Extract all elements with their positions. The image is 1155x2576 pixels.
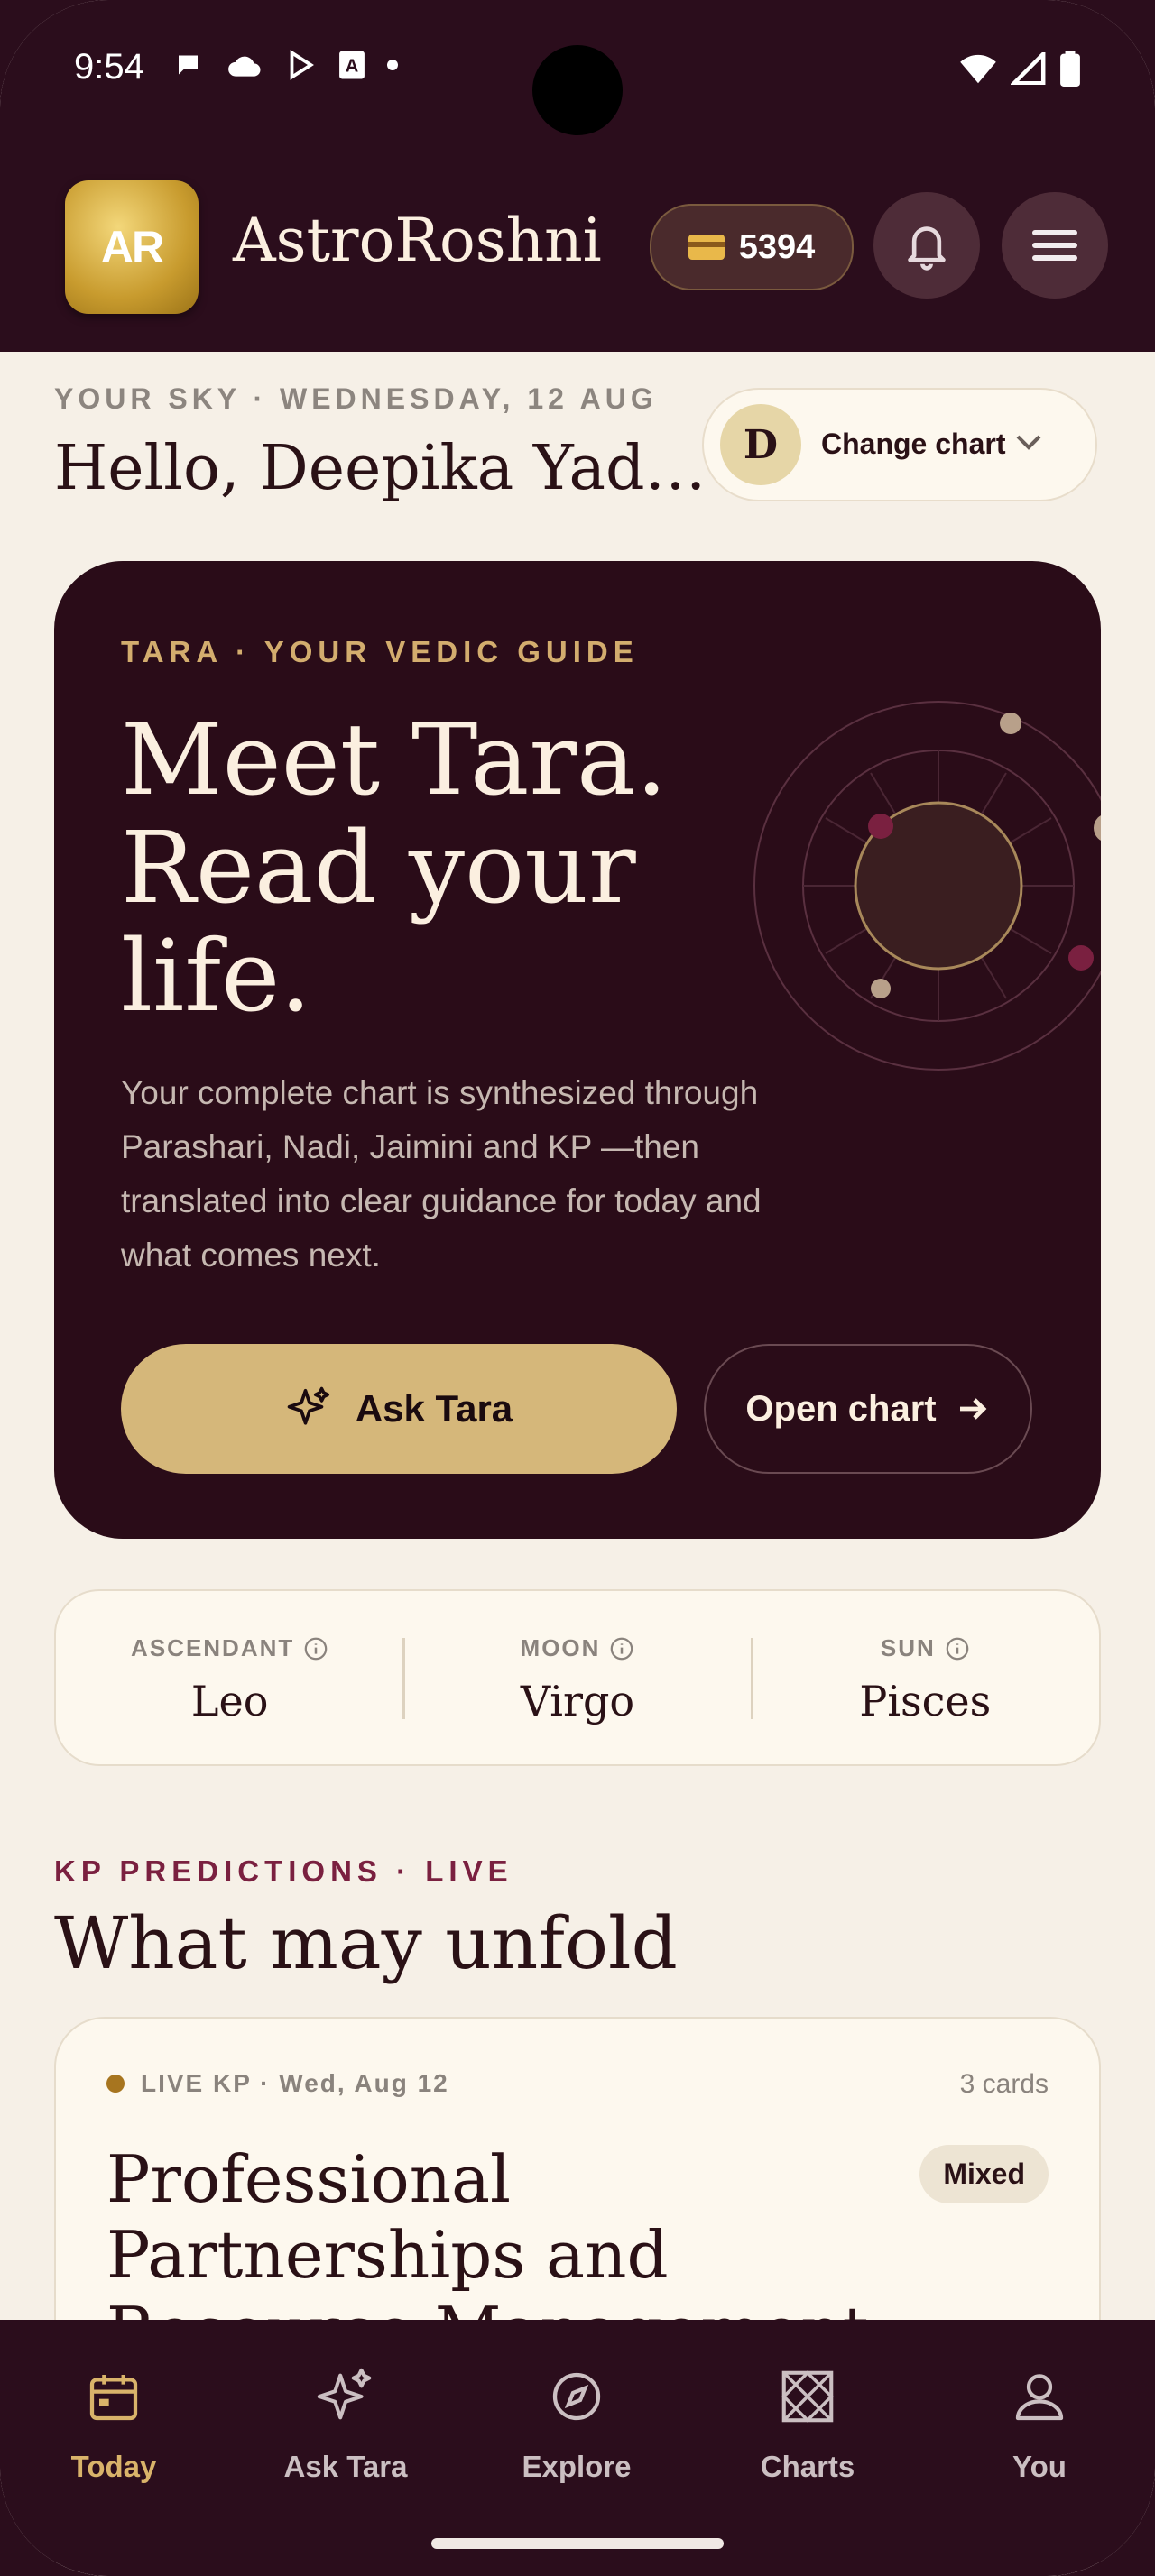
hero-title-line: Read your (121, 810, 636, 925)
svg-text:A: A (346, 57, 359, 77)
change-chart-button[interactable]: D Change chart (702, 388, 1097, 501)
bottom-nav: Today Ask Tara Explore Charts You (0, 2320, 1155, 2576)
sun-value: Pisces (859, 1677, 992, 1725)
big-three-signs: ASCENDANT Leo MOON Virgo SUN Pisces (54, 1589, 1101, 1766)
nav-you[interactable]: You (949, 2356, 1130, 2484)
live-dot-icon (106, 2075, 125, 2093)
wifi-icon (960, 54, 996, 84)
info-icon[interactable] (303, 1636, 328, 1661)
greeting-title: Hello, Deepika Yad… (54, 433, 707, 504)
avatar: D (720, 404, 801, 485)
moon-value: Virgo (520, 1677, 635, 1725)
ascendant-sign[interactable]: ASCENDANT Leo (56, 1591, 403, 1764)
sign-label: ASCENDANT (56, 1634, 403, 1662)
notifications-button[interactable] (873, 192, 980, 299)
arrow-right-icon (959, 1398, 986, 1420)
moon-sign[interactable]: MOON Virgo (403, 1591, 751, 1764)
sign-label: MOON (403, 1634, 751, 1662)
ask-tara-label: Ask Tara (355, 1387, 513, 1430)
nav-label: You (1012, 2450, 1067, 2483)
bell-icon (908, 226, 946, 271)
nav-label: Explore (522, 2450, 632, 2483)
hero-title-line: life. (121, 918, 312, 1034)
predictions-kicker: KP PREDICTIONS · LIVE (54, 1854, 513, 1888)
nav-explore[interactable]: Explore (486, 2356, 667, 2484)
signal-icon (1011, 52, 1046, 85)
notification-icons: A (173, 49, 399, 81)
status-time: 9:54 (74, 47, 144, 87)
sun-label: SUN (880, 1634, 936, 1661)
camera-cutout (532, 45, 623, 135)
predictions-heading: What may unfold (54, 1901, 678, 1985)
cloud-icon (228, 56, 261, 77)
chevron-down-icon (1016, 435, 1041, 450)
nav-label: Ask Tara (283, 2450, 408, 2483)
system-icons (958, 51, 1081, 87)
ascendant-value: Leo (190, 1677, 269, 1725)
play-store-icon (290, 50, 314, 80)
ask-tara-button[interactable]: Ask Tara (121, 1344, 677, 1474)
sun-sign[interactable]: SUN Pisces (752, 1591, 1099, 1764)
person-icon (1015, 2374, 1064, 2421)
change-chart-label: Change chart (821, 428, 1006, 460)
nav-today[interactable]: Today (23, 2356, 204, 2484)
open-chart-label: Open chart (745, 1388, 937, 1429)
status-badge: Mixed (919, 2145, 1049, 2203)
sign-label: SUN (752, 1634, 1099, 1662)
hero-description: Your complete chart is synthesized throu… (121, 1074, 762, 1274)
chart-grid-icon (781, 2370, 834, 2423)
info-icon[interactable] (945, 1636, 970, 1661)
nav-charts[interactable]: Charts (717, 2356, 898, 2484)
dot-icon (387, 60, 398, 70)
date-line: YOUR SKY · WEDNESDAY, 12 AUG (54, 382, 658, 415)
compass-icon (552, 2372, 601, 2421)
sparkles-icon (287, 1386, 329, 1425)
menu-button[interactable] (1002, 192, 1108, 299)
hero-title-line: Meet Tara. (121, 702, 668, 817)
home-indicator[interactable] (431, 2538, 724, 2549)
card-count: 3 cards (959, 2069, 1049, 2099)
app-logo[interactable]: AR (65, 180, 199, 314)
open-chart-button[interactable]: Open chart (704, 1344, 1032, 1474)
wallet-balance: 5394 (738, 227, 816, 266)
live-label-text: LIVE KP · Wed, Aug 12 (141, 2069, 449, 2097)
app-name: AstroRoshni (233, 206, 602, 275)
calendar-icon (89, 2375, 138, 2421)
wallet-icon (688, 235, 725, 260)
moon-label: MOON (520, 1634, 601, 1661)
nav-ask-tara[interactable]: Ask Tara (255, 2356, 436, 2484)
zodiac-wheel-illustration (753, 701, 1101, 1071)
sparkles-icon (317, 2368, 372, 2420)
tara-hero-card: TARA · YOUR VEDIC GUIDE Meet Tara. Read … (54, 561, 1101, 1539)
chat-icon (179, 55, 198, 75)
hero-title: Meet Tara. Read your life. (121, 705, 771, 1030)
top-bar: 9:54 A AR AstroRoshni 5394 (0, 0, 1155, 352)
hamburger-icon (1032, 230, 1077, 261)
translate-icon: A (339, 51, 365, 79)
ascendant-label: ASCENDANT (131, 1634, 295, 1661)
hero-kicker: TARA · YOUR VEDIC GUIDE (121, 635, 639, 668)
battery-icon (1060, 51, 1080, 87)
live-label: LIVE KP · Wed, Aug 12 (106, 2069, 449, 2098)
app-screen: 9:54 A AR AstroRoshni 5394 YOUR SKY · WE… (0, 0, 1155, 2576)
nav-label: Today (70, 2450, 157, 2483)
nav-label: Charts (760, 2450, 855, 2483)
wallet-balance-button[interactable]: 5394 (650, 204, 854, 290)
info-icon[interactable] (609, 1636, 634, 1661)
